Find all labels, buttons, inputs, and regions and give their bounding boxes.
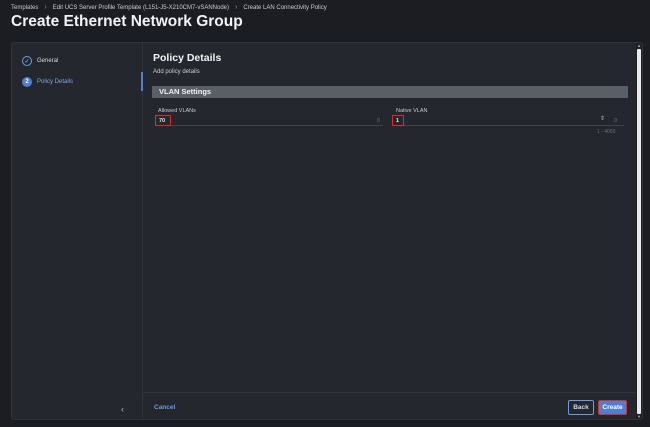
section-subtitle: Add policy details	[153, 69, 200, 75]
allowed-vlans-label: Allowed VLANs	[158, 108, 196, 114]
chevron-left-icon[interactable]: ‹	[121, 404, 124, 414]
allowed-vlans-hint: 0	[377, 118, 380, 124]
scroll-down-icon[interactable]: ▼	[636, 414, 642, 419]
step-label: Policy Details	[37, 79, 74, 85]
breadcrumb-templates[interactable]: Templates	[11, 5, 38, 11]
chevron-right-icon: ›	[44, 4, 47, 11]
breadcrumb: Templates › Edit UCS Server Profile Temp…	[11, 4, 327, 11]
allowed-vlans-underline	[155, 125, 383, 126]
wizard-panel: ✓ General 2 Policy Details ‹ Policy Deta…	[11, 42, 643, 420]
stepper-arrows-icon[interactable]: ⇕	[600, 116, 605, 122]
footer-divider	[143, 392, 642, 393]
breadcrumb-edit-template[interactable]: Edit UCS Server Profile Template (L151-J…	[53, 5, 229, 11]
wizard-sidebar: ✓ General 2 Policy Details ‹	[12, 43, 143, 419]
native-vlan-range: 1 - 4093	[597, 129, 616, 135]
native-vlan-label: Native VLAN	[396, 108, 428, 114]
vertical-scrollbar[interactable]: ▲ ▼	[636, 43, 642, 419]
native-vlan-underline	[392, 125, 624, 126]
main-content: Policy Details Add policy details VLAN S…	[152, 43, 632, 419]
step-general[interactable]: ✓ General	[22, 56, 58, 66]
section-title: Policy Details	[153, 52, 222, 64]
cancel-button[interactable]: Cancel	[154, 404, 175, 411]
page-title: Create Ethernet Network Group	[11, 13, 243, 30]
chevron-right-icon: ›	[235, 4, 238, 11]
check-icon: ✓	[22, 56, 32, 66]
vlan-settings-header: VLAN Settings	[152, 86, 628, 98]
native-vlan-input[interactable]: 1	[392, 115, 404, 126]
allowed-vlans-input[interactable]: 70	[155, 115, 171, 126]
step-label: General	[37, 58, 59, 64]
scroll-up-icon[interactable]: ▲	[636, 43, 642, 48]
create-button[interactable]: Create	[598, 400, 627, 415]
native-vlan-hint: 0	[614, 118, 617, 124]
step-policy-details[interactable]: 2 Policy Details	[22, 77, 73, 87]
scroll-thumb[interactable]	[637, 49, 641, 414]
active-step-indicator	[141, 72, 143, 91]
breadcrumb-create-lan-policy[interactable]: Create LAN Connectivity Policy	[243, 5, 326, 11]
step-number-icon: 2	[22, 77, 32, 87]
back-button[interactable]: Back	[568, 400, 594, 415]
